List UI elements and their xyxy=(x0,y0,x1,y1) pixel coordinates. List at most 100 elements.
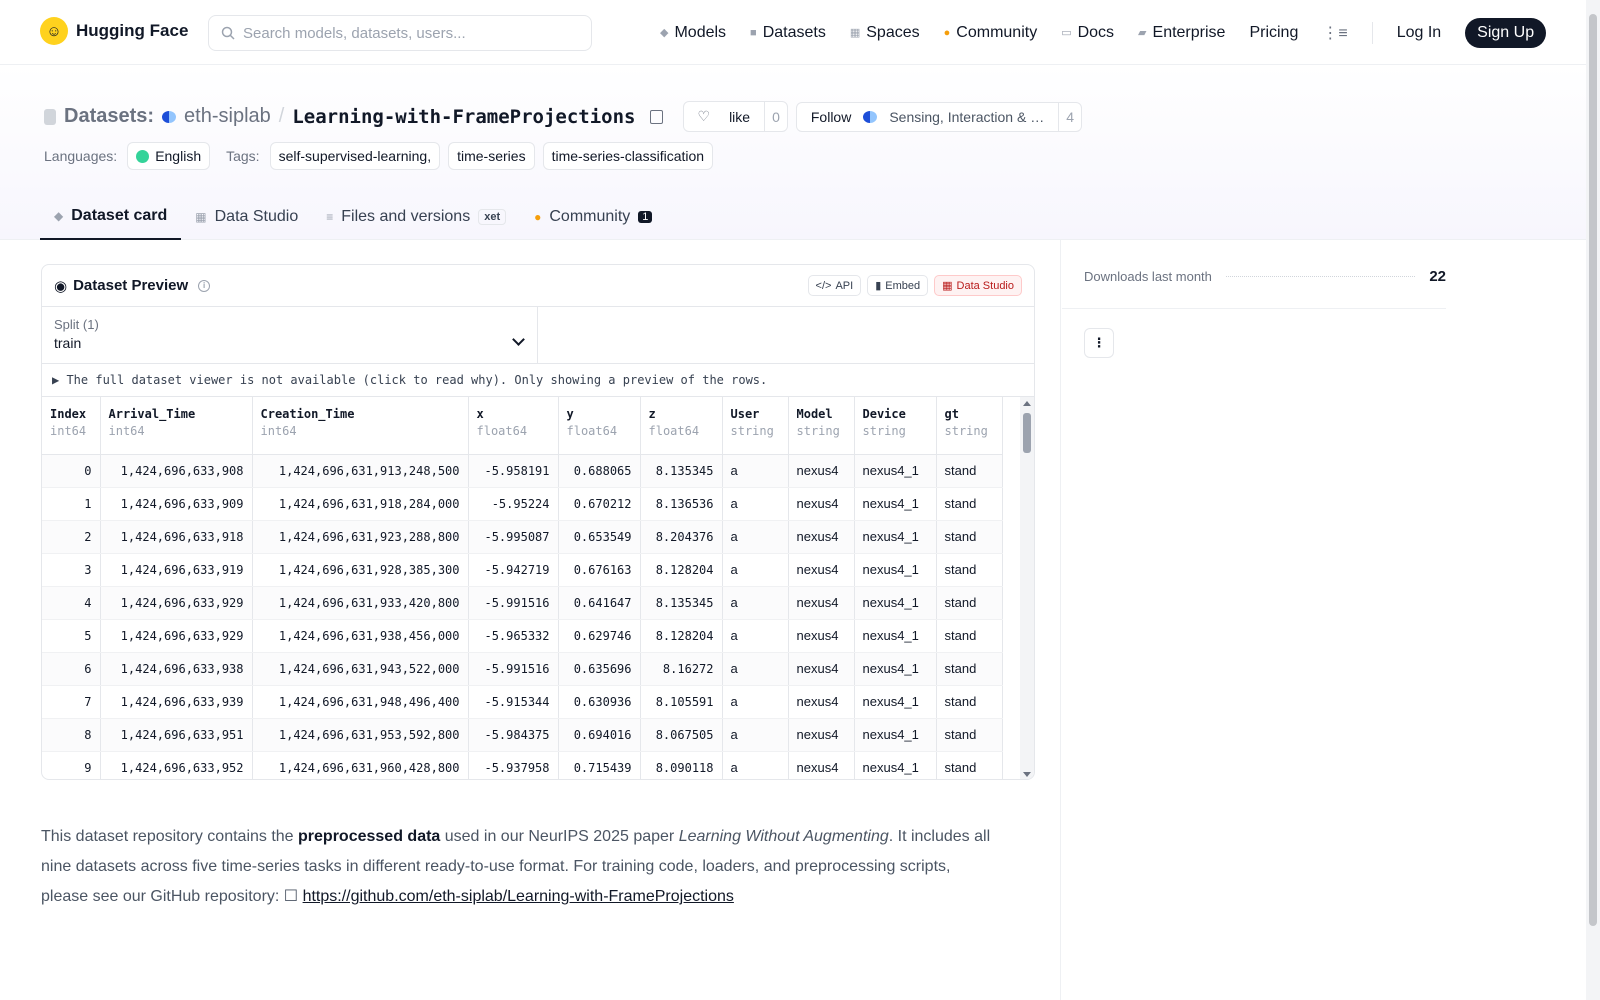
embed-button[interactable]: ▮ Embed xyxy=(867,275,929,296)
github-link[interactable]: https://github.com/eth-siplab/Learning-w… xyxy=(303,888,734,905)
nav-docs[interactable]: ▭ Docs xyxy=(1061,24,1114,42)
follow-button[interactable]: Follow Sensing, Interaction & … 4 xyxy=(795,101,1083,132)
table-cell: 8.105591 xyxy=(640,685,723,719)
table-header-row: Index int64 Arrival_Time int64 Creation_Time… xyxy=(42,397,1003,455)
tag-chip[interactable]: time-series xyxy=(448,142,535,170)
column-name: Creation_Time xyxy=(260,407,355,421)
language-tag[interactable]: English xyxy=(127,142,211,170)
table-cell: -5.965332 xyxy=(468,619,559,653)
nav-divider xyxy=(1371,21,1373,44)
scroll-up-icon[interactable] xyxy=(1023,401,1031,406)
column-header[interactable]: Model string xyxy=(788,397,855,455)
downloads-stat: Downloads last month 22 xyxy=(1084,268,1446,285)
column-header[interactable]: User string xyxy=(722,397,789,455)
column-type: string xyxy=(862,424,906,438)
sidebar-divider xyxy=(1060,240,1061,1000)
column-header[interactable]: y float64 xyxy=(558,397,641,455)
tags-row: Languages: English Tags: self-supervised… xyxy=(44,142,714,170)
viewer-notice[interactable]: ▶ The full dataset viewer is not availab… xyxy=(42,364,1034,397)
desc-text: used in our NeurIPS 2025 paper xyxy=(440,828,679,845)
column-header[interactable]: x float64 xyxy=(468,397,559,455)
table-cell: a xyxy=(722,652,789,686)
table-row[interactable]: 6 1,424,696,633,938 1,424,696,631,943,522,… xyxy=(42,652,1003,686)
table-cell: stand xyxy=(936,487,1003,521)
table-row[interactable]: 2 1,424,696,633,918 1,424,696,631,923,288,… xyxy=(42,520,1003,554)
table-row[interactable]: 8 1,424,696,633,951 1,424,696,631,953,592,… xyxy=(42,718,1003,752)
nav-datasets[interactable]: ■ Datasets xyxy=(750,24,826,42)
table-row[interactable]: 3 1,424,696,633,919 1,424,696,631,928,385,… xyxy=(42,553,1003,587)
scroll-down-icon[interactable] xyxy=(1023,772,1031,777)
data-studio-button[interactable]: ▦ Data Studio xyxy=(934,275,1022,296)
nav-pricing[interactable]: Pricing xyxy=(1249,24,1298,42)
split-dropdown[interactable]: Split (1) train xyxy=(42,307,538,363)
column-header[interactable]: Device string xyxy=(854,397,937,455)
column-header[interactable]: gt string xyxy=(936,397,1003,455)
heart-icon: ♡ xyxy=(697,108,711,124)
table-cell: stand xyxy=(936,553,1003,587)
dataset-description: This dataset repository contains the pre… xyxy=(41,822,1001,912)
table-cell: 8.135345 xyxy=(640,454,723,488)
brand-logo[interactable]: ☺ Hugging Face xyxy=(40,17,188,45)
tab-dataset-card[interactable]: ◆ Dataset card xyxy=(40,193,182,240)
table-row[interactable]: 0 1,424,696,633,908 1,424,696,631,913,248,… xyxy=(42,454,1003,488)
tab-label: Data Studio xyxy=(214,207,299,225)
tag-chip[interactable]: self-supervised-learning, xyxy=(269,142,441,170)
column-type: float64 xyxy=(566,424,618,438)
column-type: int64 xyxy=(260,424,297,438)
search-box[interactable] xyxy=(208,15,592,51)
table-cell: a xyxy=(722,454,789,488)
table-cell: stand xyxy=(936,685,1003,719)
nav-enterprise[interactable]: ▰ Enterprise xyxy=(1138,24,1225,42)
more-options-icon[interactable]: ⋮ xyxy=(1084,328,1114,358)
table-row[interactable]: 7 1,424,696,633,939 1,424,696,631,948,496,… xyxy=(42,685,1003,719)
nav-docs-label: Docs xyxy=(1077,23,1115,41)
table-scrollbar[interactable] xyxy=(1020,397,1034,779)
table-cell: 8.128204 xyxy=(640,553,723,587)
page-scrollbar[interactable] xyxy=(1586,0,1600,1000)
api-button[interactable]: </> API xyxy=(807,275,862,296)
column-name: Model xyxy=(796,407,833,421)
table-cell: nexus4_1 xyxy=(854,718,937,752)
table-cell: 0.715439 xyxy=(558,751,641,779)
table-cell: 1,424,696,633,929 xyxy=(100,586,253,620)
tab-data-studio[interactable]: ▦ Data Studio xyxy=(181,193,312,240)
book-icon: ▭ xyxy=(1061,27,1072,39)
table-cell: stand xyxy=(936,454,1003,488)
table-row[interactable]: 9 1,424,696,633,952 1,424,696,631,960,428,… xyxy=(42,751,1003,779)
table-cell: stand xyxy=(936,619,1003,653)
tab-label: Community xyxy=(549,207,631,225)
table-cell: 0.630936 xyxy=(558,685,641,719)
desc-text: This dataset repository contains the xyxy=(41,828,299,845)
signup-button[interactable]: Sign Up xyxy=(1465,17,1547,48)
login-link[interactable]: Log In xyxy=(1397,24,1441,42)
tab-files-and-versions[interactable]: ≡ Files and versions xet xyxy=(312,193,520,240)
table-row[interactable]: 5 1,424,696,633,929 1,424,696,631,938,456,… xyxy=(42,619,1003,653)
nav-models[interactable]: ◆ Models xyxy=(660,24,726,42)
table-cell: stand xyxy=(936,520,1003,554)
column-header[interactable]: z float64 xyxy=(640,397,723,455)
tag-chip[interactable]: time-series-classification xyxy=(542,142,714,170)
tab-community[interactable]: ● Community 1 xyxy=(520,193,666,240)
column-header[interactable]: Arrival_Time int64 xyxy=(100,397,253,455)
nav-spaces[interactable]: ▦ Spaces xyxy=(850,24,920,42)
hug-icon: ● xyxy=(534,209,542,224)
table-row[interactable]: 1 1,424,696,633,909 1,424,696,631,918,284,… xyxy=(42,487,1003,521)
copy-icon[interactable] xyxy=(649,109,663,124)
like-button[interactable]: ♡ like 0 xyxy=(682,101,788,132)
column-type: int64 xyxy=(50,424,87,438)
org-link[interactable]: eth-siplab xyxy=(184,105,271,128)
repo-name[interactable]: Learning-with-FrameProjections xyxy=(292,106,635,128)
info-icon[interactable]: i xyxy=(198,279,211,292)
column-header[interactable]: Creation_Time int64 xyxy=(252,397,469,455)
repo-type-label[interactable]: Datasets: xyxy=(64,105,154,128)
column-header[interactable]: Index int64 xyxy=(42,397,101,455)
search-input[interactable] xyxy=(243,24,573,42)
page-scroll-thumb[interactable] xyxy=(1589,14,1597,926)
more-menu-icon[interactable]: ⋮≡ xyxy=(1322,23,1347,43)
nav-community[interactable]: ● Community xyxy=(944,24,1038,42)
table-row[interactable]: 4 1,424,696,633,929 1,424,696,631,933,420,… xyxy=(42,586,1003,620)
scroll-thumb[interactable] xyxy=(1023,413,1031,453)
table-cell: 0.653549 xyxy=(558,520,641,554)
nav-enterprise-label: Enterprise xyxy=(1152,23,1226,41)
community-count-badge: 1 xyxy=(638,210,653,223)
